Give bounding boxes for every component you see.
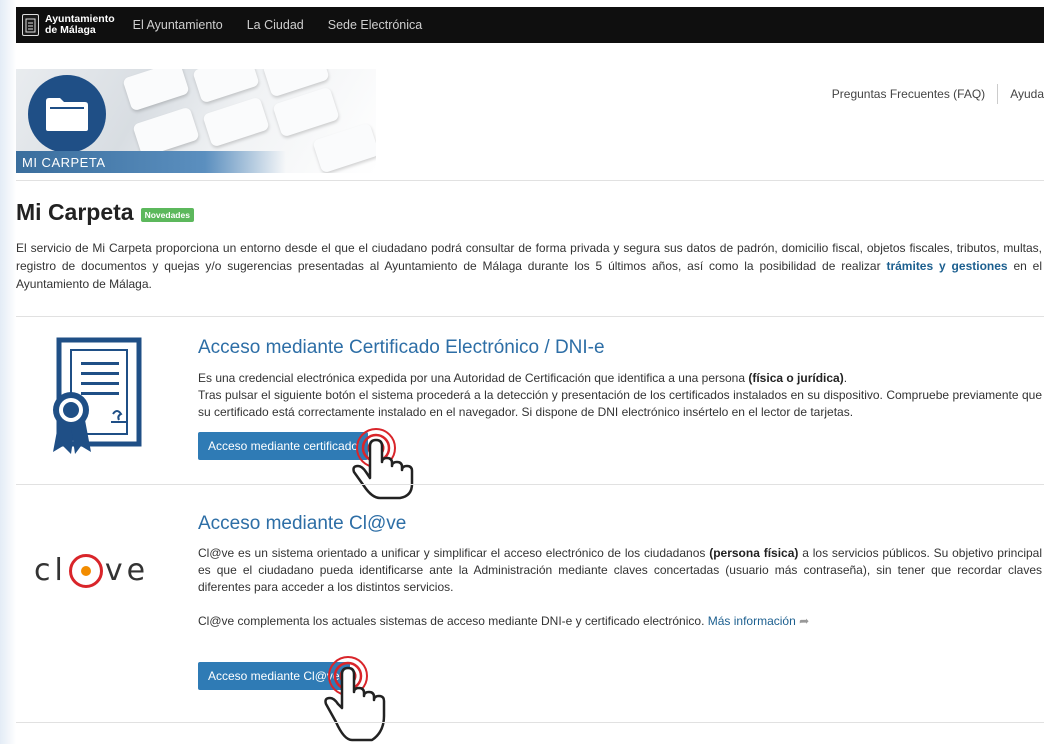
section-divider	[16, 722, 1044, 723]
nav-la-ciudad[interactable]: La Ciudad	[247, 18, 304, 32]
clave-access-button[interactable]: Acceso mediante Cl@ve	[198, 662, 350, 690]
arrow-right-icon: ➦	[799, 614, 810, 628]
tramites-gestiones-link[interactable]: trámites y gestiones	[886, 259, 1007, 273]
brand-name: Ayuntamiento de Málaga	[45, 13, 115, 36]
help-link[interactable]: Ayuda	[1010, 87, 1044, 101]
section-divider	[16, 316, 1044, 317]
section-divider	[16, 484, 1044, 485]
clave-at-circle-icon	[68, 553, 103, 588]
keyboard-key-decoration	[122, 69, 190, 112]
clave-logo: cl ve	[34, 553, 150, 588]
keyboard-key-decoration	[312, 122, 376, 173]
folder-icon	[28, 75, 106, 153]
clave-section-title: Acceso mediante Cl@ve	[198, 513, 407, 534]
mi-carpeta-banner[interactable]: MI CARPETA	[16, 69, 376, 173]
keyboard-key-decoration	[202, 96, 270, 148]
certificate-icon	[47, 336, 147, 461]
link-separator	[997, 84, 999, 104]
brand-logo[interactable]: Ayuntamiento de Málaga	[22, 14, 115, 36]
clave-description: Cl@ve es un sistema orientado a unificar…	[198, 546, 1042, 628]
page-title-row: Mi Carpeta Novedades	[16, 199, 194, 226]
page-title: Mi Carpeta	[16, 199, 134, 225]
header-links: Preguntas Frecuentes (FAQ) Ayuda	[832, 84, 1044, 104]
keyboard-key-decoration	[132, 106, 200, 158]
nav-sede-electronica[interactable]: Sede Electrónica	[328, 18, 423, 32]
keyboard-key-decoration	[192, 69, 260, 104]
top-navigation-bar: Ayuntamiento de Málaga El Ayuntamiento L…	[16, 7, 1044, 43]
more-info-link[interactable]: Más información	[708, 614, 796, 628]
banner-label: MI CARPETA	[16, 151, 286, 173]
header-divider	[16, 180, 1044, 181]
certificate-access-button[interactable]: Acceso mediante certificado	[198, 432, 369, 460]
faq-link[interactable]: Preguntas Frecuentes (FAQ)	[832, 87, 985, 101]
certificate-description: Es una credencial electrónica expedida p…	[198, 371, 1042, 419]
intro-paragraph: El servicio de Mi Carpeta proporciona un…	[16, 241, 1042, 291]
nav-el-ayuntamiento[interactable]: El Ayuntamiento	[133, 18, 223, 32]
city-crest-icon	[22, 14, 39, 36]
certificate-section-title: Acceso mediante Certificado Electrónico …	[198, 337, 605, 358]
novedades-badge[interactable]: Novedades	[140, 207, 194, 222]
